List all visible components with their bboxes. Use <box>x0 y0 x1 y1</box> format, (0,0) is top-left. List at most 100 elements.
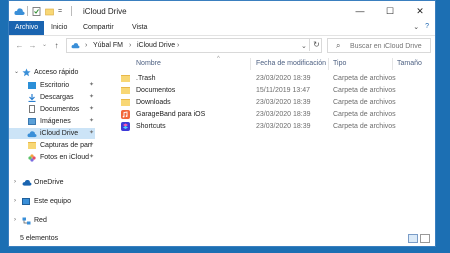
expand-ribbon-button[interactable]: ⌄ <box>413 23 419 31</box>
large-icons-view-button[interactable] <box>420 234 430 243</box>
sidebar-item-fotos-icloud[interactable]: Fotos en iCloud ✦ <box>9 152 95 163</box>
sidebar-item-onedrive[interactable]: › OneDrive <box>9 177 95 188</box>
breadcrumb-separator: › <box>85 42 88 49</box>
minimize-button[interactable]: — <box>345 1 375 21</box>
pin-icon[interactable]: ✦ <box>89 152 94 163</box>
sidebar-item-label: OneDrive <box>34 179 64 186</box>
address-bar[interactable]: › Yúbal FM › iCloud Drive › ⌄ <box>66 38 322 53</box>
file-date: 15/11/2019 13:47 <box>256 87 310 94</box>
back-button[interactable]: ← <box>14 40 25 51</box>
network-icon <box>22 217 31 225</box>
sidebar-item-descargas[interactable]: Descargas ✦ <box>9 92 95 103</box>
sidebar-item-escritorio[interactable]: Escritorio ✦ <box>9 80 95 91</box>
properties-icon[interactable] <box>32 6 41 16</box>
file-name: Shortcuts <box>136 123 166 130</box>
pin-icon[interactable]: ✦ <box>89 92 94 103</box>
collapse-chevron-icon[interactable]: ⌄ <box>14 67 19 78</box>
breadcrumb-separator: › <box>177 42 180 49</box>
garageband-icon <box>121 110 130 119</box>
close-button[interactable]: ✕ <box>405 1 435 21</box>
forward-button[interactable]: → <box>27 40 38 51</box>
sidebar-item-red[interactable]: › Red <box>9 215 95 226</box>
tab-vista[interactable]: Vista <box>132 21 147 35</box>
file-type: Carpeta de archivos <box>333 75 396 82</box>
breadcrumb-user[interactable]: Yúbal FM <box>93 42 123 49</box>
sidebar-item-imagenes[interactable]: Imágenes ✦ <box>9 116 95 127</box>
window-title: iCloud Drive <box>83 7 127 16</box>
file-row[interactable]: Shortcuts 23/03/2020 18:39 Carpeta de ar… <box>99 121 429 132</box>
up-button[interactable]: ↑ <box>51 40 62 51</box>
pictures-icon <box>28 118 36 125</box>
file-date: 23/03/2020 18:39 <box>256 75 311 82</box>
photos-icon <box>28 154 36 162</box>
column-header-type[interactable]: Tipo <box>333 56 346 71</box>
sidebar-item-label: Fotos en iCloud <box>40 154 90 161</box>
recent-locations-button[interactable]: ⌄ <box>39 40 50 51</box>
address-dropdown-button[interactable]: ⌄ <box>301 42 307 50</box>
sidebar-item-label: Capturas de pan <box>40 142 92 149</box>
sidebar-item-label: Imágenes <box>40 118 71 125</box>
tab-archivo[interactable]: Archivo <box>9 21 44 35</box>
onedrive-icon <box>22 179 32 186</box>
file-type: Carpeta de archivos <box>333 99 396 106</box>
column-header-date[interactable]: Fecha de modificación <box>256 56 326 71</box>
pin-icon[interactable]: ✦ <box>89 116 94 127</box>
search-box[interactable]: ⌕ <box>327 38 431 53</box>
file-date: 23/03/2020 18:39 <box>256 111 311 118</box>
folder-icon <box>121 87 130 94</box>
file-type: Carpeta de archivos <box>333 87 396 94</box>
file-date: 23/03/2020 18:39 <box>256 123 311 130</box>
sidebar-item-este-equipo[interactable]: › Este equipo <box>9 196 95 207</box>
file-name: Downloads <box>136 99 171 106</box>
icloud-icon <box>27 130 37 138</box>
icloud-window-icon <box>14 7 25 16</box>
expand-chevron-icon[interactable]: › <box>14 196 16 207</box>
tab-compartir[interactable]: Compartir <box>83 21 114 35</box>
column-divider[interactable] <box>328 58 329 70</box>
pin-icon[interactable]: ✦ <box>89 128 94 139</box>
explorer-window: = iCloud Drive — ☐ ✕ Archivo Inicio Comp… <box>8 0 436 247</box>
sidebar-item-icloud-drive[interactable]: iCloud Drive ✦ <box>9 128 95 139</box>
documents-icon <box>29 105 35 113</box>
pin-icon[interactable]: ✦ <box>89 104 94 115</box>
column-header-name[interactable]: Nombre <box>136 56 161 71</box>
column-divider[interactable] <box>392 58 393 70</box>
sidebar-item-capturas[interactable]: Capturas de pan ✦ <box>9 140 95 151</box>
ribbon-right-controls: ⌄ ? <box>413 23 429 31</box>
file-row[interactable]: Downloads 23/03/2020 18:39 Carpeta de ar… <box>99 97 429 108</box>
breadcrumb-icloud-drive[interactable]: iCloud Drive <box>137 42 175 49</box>
expand-chevron-icon[interactable]: › <box>14 215 16 226</box>
tab-inicio[interactable]: Inicio <box>51 21 67 35</box>
window-controls: — ☐ ✕ <box>345 1 435 21</box>
file-row[interactable]: GarageBand para iOS 23/03/2020 18:39 Car… <box>99 109 429 120</box>
pin-icon[interactable]: ✦ <box>89 140 94 151</box>
computer-icon <box>22 198 30 205</box>
column-header-size[interactable]: Tamaño <box>397 56 422 71</box>
refresh-button[interactable]: ↻ <box>309 38 323 51</box>
icloud-crumb-icon <box>71 42 80 51</box>
maximize-button[interactable]: ☐ <box>375 1 405 21</box>
search-input[interactable] <box>350 41 428 51</box>
column-divider[interactable] <box>250 58 251 70</box>
details-view-button[interactable] <box>408 234 418 243</box>
sidebar-item-label: Documentos <box>40 106 80 113</box>
help-button[interactable]: ? <box>425 23 429 31</box>
expand-chevron-icon[interactable]: › <box>14 177 16 188</box>
folder-icon <box>121 99 130 106</box>
file-row[interactable]: Documentos 15/11/2019 13:47 Carpeta de a… <box>99 85 429 96</box>
pin-icon[interactable]: ✦ <box>89 80 94 91</box>
title-bar: = iCloud Drive — ☐ ✕ <box>9 1 435 21</box>
new-folder-icon[interactable] <box>45 7 54 16</box>
file-type: Carpeta de archivos <box>333 123 396 130</box>
sidebar-item-label: Escritorio <box>40 82 70 89</box>
sidebar-item-label: Red <box>34 217 47 224</box>
sidebar-item-documentos[interactable]: Documentos ✦ <box>9 104 95 115</box>
file-type: Carpeta de archivos <box>333 111 396 118</box>
sidebar-item-quick-access[interactable]: ⌄ Acceso rápido <box>9 67 95 78</box>
file-row[interactable]: .Trash 23/03/2020 18:39 Carpeta de archi… <box>99 73 429 84</box>
quick-access-toolbar: = <box>14 6 72 16</box>
sidebar-item-label: Descargas <box>40 94 74 101</box>
shortcuts-icon <box>121 122 130 131</box>
file-name: .Trash <box>136 75 156 82</box>
customize-toolbar-icon[interactable]: = <box>58 7 67 16</box>
